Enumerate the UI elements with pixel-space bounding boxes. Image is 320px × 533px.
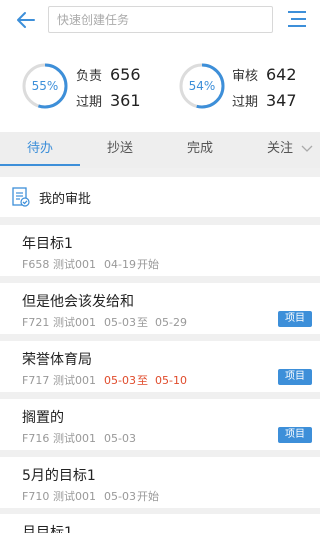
chevron-down-icon[interactable] bbox=[300, 142, 314, 156]
project-badge: 项目 bbox=[278, 311, 312, 327]
tab-todo[interactable]: 待办 bbox=[0, 132, 80, 168]
tab-done[interactable]: 完成 bbox=[160, 132, 240, 168]
my-approvals-row[interactable]: 我的审批 bbox=[0, 177, 320, 217]
review-percent: 54% bbox=[188, 79, 216, 93]
stat-label: 负责 bbox=[76, 68, 103, 84]
stat-label: 审核 bbox=[232, 68, 259, 84]
task-user: 测试001 bbox=[53, 316, 96, 329]
task-code: F721 bbox=[22, 316, 50, 329]
quick-create-box bbox=[48, 6, 273, 33]
task-meta: F710 测试001 05-03开始 bbox=[22, 488, 159, 504]
stat-value: 642 bbox=[266, 64, 297, 84]
top-bar bbox=[0, 0, 320, 40]
tab-cc[interactable]: 抄送 bbox=[80, 132, 160, 168]
task-date-separator: 至 bbox=[137, 374, 148, 387]
task-meta: F658 测试001 04-19开始 bbox=[22, 256, 159, 272]
task-status: 开始 bbox=[137, 490, 159, 503]
stat-value: 656 bbox=[110, 64, 141, 84]
task-start-date: 05-03 bbox=[104, 316, 136, 329]
document-check-icon bbox=[12, 187, 30, 207]
task-user: 测试001 bbox=[53, 490, 96, 503]
tab-follow[interactable]: 关注 bbox=[262, 132, 298, 168]
menu-icon[interactable] bbox=[286, 8, 308, 30]
task-user: 测试001 bbox=[53, 374, 96, 387]
task-title: 年目标1 bbox=[22, 236, 73, 252]
task-status: 开始 bbox=[137, 258, 159, 271]
task-title: 荣誉体育局 bbox=[22, 352, 92, 368]
task-user: 测试001 bbox=[53, 432, 96, 445]
task-code: F710 bbox=[22, 490, 50, 503]
task-item[interactable]: 年目标1 F658 测试001 04-19开始 bbox=[0, 225, 320, 276]
task-item[interactable]: 月目标1 bbox=[0, 514, 320, 533]
task-user: 测试001 bbox=[53, 258, 96, 271]
responsible-percent: 55% bbox=[31, 79, 59, 93]
stat-review[interactable]: 审核 642 bbox=[232, 64, 297, 84]
stat-value: 361 bbox=[110, 90, 141, 110]
back-arrow-icon[interactable] bbox=[14, 8, 38, 32]
task-end-date: 05-29 bbox=[155, 316, 187, 329]
active-tab-indicator bbox=[0, 164, 80, 166]
task-item[interactable]: 但是他会该发给和 F721 测试001 05-03至 05-29 项目 bbox=[0, 283, 320, 334]
task-title: 5月的目标1 bbox=[22, 468, 96, 484]
task-meta: F716 测试001 05-03 bbox=[22, 430, 137, 446]
task-meta: F721 测试001 05-03至 05-29 bbox=[22, 314, 187, 330]
task-meta: F717 测试001 05-03至 05-10 bbox=[22, 372, 187, 388]
review-progress-ring: 54% bbox=[179, 63, 225, 109]
task-tabs: 待办 抄送 完成 关注 bbox=[0, 132, 320, 168]
project-badge: 项目 bbox=[278, 427, 312, 443]
task-item[interactable]: 搁置的 F716 测试001 05-03 项目 bbox=[0, 399, 320, 450]
project-badge: 项目 bbox=[278, 369, 312, 385]
task-start-date: 05-03 bbox=[104, 432, 136, 445]
my-approvals-label: 我的审批 bbox=[39, 192, 92, 207]
task-title: 月目标1 bbox=[22, 525, 73, 533]
task-start-date: 05-03 bbox=[104, 374, 136, 387]
stat-label: 过期 bbox=[232, 94, 259, 110]
quick-create-input[interactable] bbox=[49, 7, 272, 32]
task-end-date: 05-10 bbox=[155, 374, 187, 387]
task-code: F716 bbox=[22, 432, 50, 445]
task-item[interactable]: 荣誉体育局 F717 测试001 05-03至 05-10 项目 bbox=[0, 341, 320, 392]
task-code: F717 bbox=[22, 374, 50, 387]
stat-responsible[interactable]: 负责 656 bbox=[76, 64, 141, 84]
stat-value: 347 bbox=[266, 90, 297, 110]
task-title: 但是他会该发给和 bbox=[22, 294, 134, 310]
task-date-separator: 至 bbox=[137, 316, 148, 329]
stats-panel: 55% 负责 656 过期 361 54% 审核 642 过期 347 bbox=[0, 40, 320, 132]
task-title: 搁置的 bbox=[22, 410, 64, 426]
responsible-progress-ring: 55% bbox=[22, 63, 68, 109]
stat-overdue-responsible[interactable]: 过期 361 bbox=[76, 90, 141, 110]
task-item[interactable]: 5月的目标1 F710 测试001 05-03开始 bbox=[0, 457, 320, 508]
task-start-date: 04-19 bbox=[104, 258, 136, 271]
stat-overdue-review[interactable]: 过期 347 bbox=[232, 90, 297, 110]
stat-label: 过期 bbox=[76, 94, 103, 110]
task-start-date: 05-03 bbox=[104, 490, 136, 503]
task-code: F658 bbox=[22, 258, 50, 271]
